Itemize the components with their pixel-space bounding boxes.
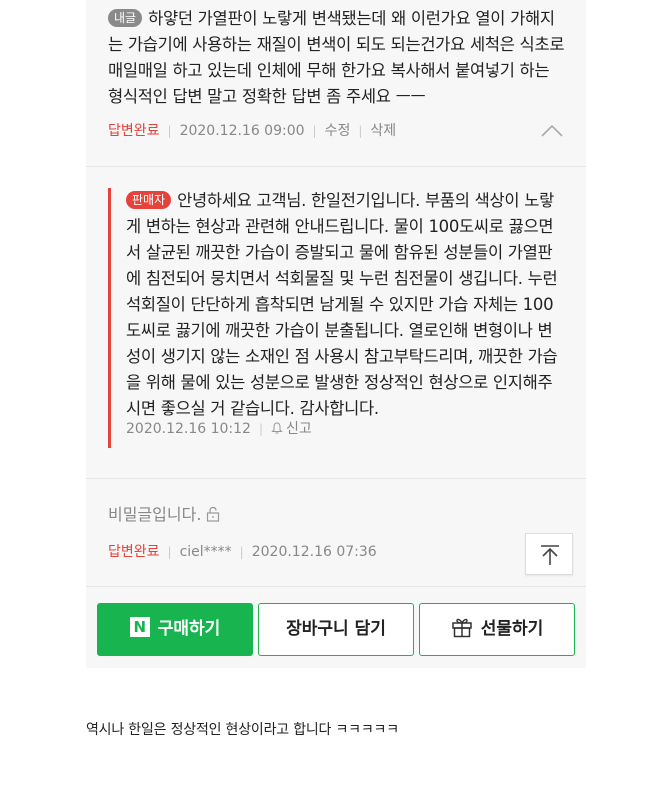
- secret-date: 2020.12.16 07:36: [251, 544, 377, 560]
- divider: |: [358, 124, 363, 138]
- my-post-badge: 내글: [108, 9, 143, 27]
- secret-answer-status: 답변완료: [108, 544, 160, 560]
- divider: |: [239, 545, 244, 559]
- report-link[interactable]: 신고: [286, 421, 312, 437]
- divider-line: [86, 586, 586, 587]
- secret-post-text[interactable]: 비밀글입니다.: [108, 501, 221, 525]
- seller-badge: 판매자: [126, 191, 172, 209]
- answer-meta: 2020.12.16 10:12 | 신고: [126, 418, 312, 438]
- question-text-block: 내글 하얗던 가열판이 노랗게 변색됐는데 왜 이런가요 열이 가해지는 가습기에…: [108, 6, 566, 110]
- divider: |: [312, 124, 317, 138]
- bell-icon[interactable]: [271, 422, 283, 434]
- delete-link[interactable]: 삭제: [370, 123, 396, 139]
- secret-post-label: 비밀글입니다.: [108, 505, 202, 524]
- answer-date: 2020.12.16 10:12: [126, 421, 251, 437]
- divider-line: [86, 478, 586, 479]
- qna-panel: 내글 하얗던 가열판이 노랗게 변색됐는데 왜 이런가요 열이 가해지는 가습기에…: [86, 0, 586, 668]
- gift-label: 선물하기: [480, 619, 544, 639]
- divider: |: [167, 124, 172, 138]
- add-to-cart-button[interactable]: 장바구니 담기: [258, 603, 414, 656]
- answer-accent-bar: [108, 188, 111, 448]
- seller-answer: 판매자 안녕하세요 고객님. 한일전기입니다. 부품의 색상이 노랗게 변하는 현…: [108, 188, 566, 448]
- divider-line: [86, 166, 586, 167]
- secret-author: ciel****: [179, 544, 232, 560]
- edit-link[interactable]: 수정: [325, 123, 351, 139]
- divider: |: [167, 545, 172, 559]
- arrow-up-to-top-icon: [541, 545, 559, 565]
- secret-post-meta: 답변완료 | ciel**** | 2020.12.16 07:36: [108, 541, 377, 561]
- naver-pay-logo: N: [129, 617, 150, 637]
- answer-status: 답변완료: [108, 123, 160, 139]
- divider: |: [258, 422, 264, 436]
- buy-button[interactable]: N 구매하기: [97, 603, 253, 656]
- chevron-up-icon[interactable]: [541, 122, 563, 138]
- answer-text-block: 판매자 안녕하세요 고객님. 한일전기입니다. 부품의 색상이 노랗게 변하는 현…: [126, 188, 566, 422]
- question-date: 2020.12.16 09:00: [179, 123, 305, 139]
- buy-label: 구매하기: [157, 619, 221, 639]
- cart-label: 장바구니 담기: [286, 619, 386, 639]
- scroll-top-button[interactable]: [525, 533, 573, 575]
- question-meta: 답변완료 | 2020.12.16 09:00 | 수정 | 삭제: [108, 120, 396, 140]
- answer-text: 안녕하세요 고객님. 한일전기입니다. 부품의 색상이 노랗게 변하는 현상과 …: [126, 191, 558, 418]
- lock-icon: [207, 506, 220, 522]
- gift-icon: [451, 618, 472, 638]
- gift-button[interactable]: 선물하기: [419, 603, 575, 656]
- post-caption: 역시나 한일은 정상적인 현상이라고 합니다 ㅋㅋㅋㅋㅋ: [86, 722, 399, 738]
- question-text: 하얗던 가열판이 노랗게 변색됐는데 왜 이런가요 열이 가해지는 가습기에 사…: [108, 9, 565, 106]
